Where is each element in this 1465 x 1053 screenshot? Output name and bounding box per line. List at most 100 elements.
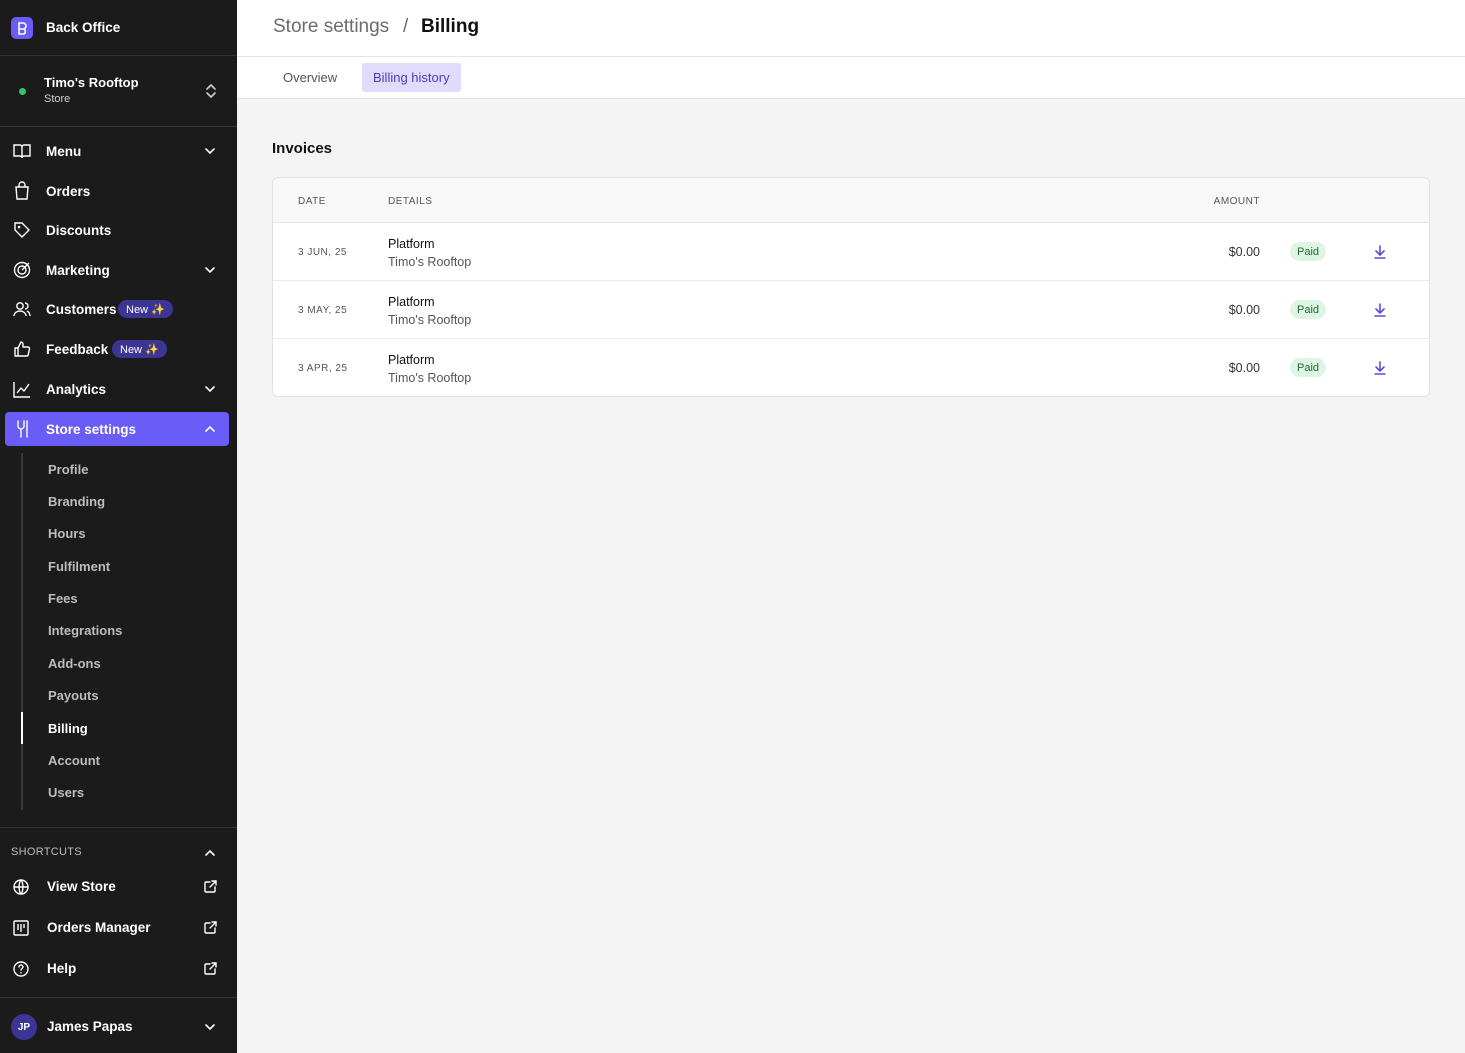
nav-item-label: Marketing — [46, 262, 110, 278]
nav-item-customers[interactable]: Customers New ✨ — [5, 292, 229, 326]
table-header: DATE DETAILS AMOUNT — [273, 178, 1429, 223]
status-badge: Paid — [1290, 242, 1327, 261]
invoice-date: 3 MAY, 25 — [298, 305, 348, 316]
subnav-item-account[interactable]: Account — [48, 753, 100, 768]
shortcut-label: Orders Manager — [47, 920, 151, 935]
shortcut-label: View Store — [47, 879, 116, 894]
chevron-up-icon[interactable] — [202, 845, 218, 861]
store-name: Timo's Rooftop — [44, 75, 139, 90]
chevron-down-icon — [205, 1024, 215, 1031]
invoices-table: DATE DETAILS AMOUNT 3 JUN, 25 Platform T… — [272, 177, 1430, 397]
invoice-amount: $0.00 — [1228, 245, 1260, 259]
store-status-dot — [19, 88, 26, 95]
chart-line-icon — [13, 382, 30, 398]
external-link-icon — [204, 921, 217, 934]
nav-item-discounts[interactable]: Discounts — [5, 213, 229, 247]
table-row: 3 MAY, 25 Platform Timo's Rooftop $0.00 … — [273, 281, 1429, 339]
target-icon — [13, 261, 31, 279]
sidebar: Back Office Timo's Rooftop Store Menu Or… — [0, 0, 237, 1053]
column-header-details: DETAILS — [388, 196, 433, 207]
new-badge: New ✨ — [112, 340, 167, 358]
user-menu[interactable]: JP James Papas — [0, 997, 237, 1053]
page-header: Store settings / Billing — [237, 0, 1465, 57]
subnav-item-profile[interactable]: Profile — [48, 462, 88, 477]
nav-item-menu[interactable]: Menu — [5, 134, 229, 168]
invoice-title: Platform — [388, 295, 435, 309]
shortcut-label: Help — [47, 961, 77, 976]
chevron-up-icon — [205, 425, 215, 432]
tab-bar: Overview Billing history — [237, 57, 1465, 99]
subnav-item-fees[interactable]: Fees — [48, 591, 78, 606]
nav-item-label: Customers — [46, 301, 117, 317]
nav-item-store-settings[interactable]: Store settings — [5, 412, 229, 446]
store-switcher[interactable]: Timo's Rooftop Store — [0, 56, 237, 127]
nav-item-label: Feedback — [46, 341, 109, 357]
subnav-item-fulfilment[interactable]: Fulfilment — [48, 559, 110, 574]
invoice-amount: $0.00 — [1228, 303, 1260, 317]
back-office-logo-icon — [11, 16, 33, 39]
tools-icon — [17, 420, 28, 438]
user-name: James Papas — [47, 1019, 133, 1034]
invoice-store: Timo's Rooftop — [388, 313, 472, 327]
brand[interactable]: Back Office — [0, 0, 237, 56]
invoice-amount: $0.00 — [1228, 361, 1260, 375]
invoice-title: Platform — [388, 237, 435, 251]
nav-item-label: Orders — [46, 183, 91, 199]
shortcuts-title: SHORTCUTS — [11, 846, 82, 858]
download-icon[interactable] — [1372, 359, 1388, 377]
table-row: 3 APR, 25 Platform Timo's Rooftop $0.00 … — [273, 339, 1429, 396]
invoice-store: Timo's Rooftop — [388, 255, 472, 269]
invoice-title: Platform — [388, 353, 435, 367]
avatar: JP — [11, 1014, 37, 1040]
chevron-down-icon — [205, 386, 215, 393]
nav-item-marketing[interactable]: Marketing — [5, 253, 229, 287]
invoice-date: 3 JUN, 25 — [298, 247, 347, 258]
external-link-icon — [204, 880, 217, 893]
page-title: Billing — [421, 16, 480, 37]
download-icon[interactable] — [1372, 243, 1388, 261]
table-row: 3 JUN, 25 Platform Timo's Rooftop $0.00 … — [273, 223, 1429, 281]
nav-item-label: Store settings — [46, 421, 137, 437]
subnav-active-indicator — [21, 712, 23, 744]
column-header-amount: AMOUNT — [1213, 196, 1260, 207]
store-type: Store — [44, 93, 71, 105]
shortcut-help[interactable]: Help — [0, 952, 237, 986]
download-icon[interactable] — [1372, 301, 1388, 319]
subnav-item-addons[interactable]: Add-ons — [48, 656, 101, 671]
subnav-item-integrations[interactable]: Integrations — [48, 623, 122, 638]
shortcut-view-store[interactable]: View Store — [0, 870, 237, 904]
nav-item-label: Analytics — [46, 381, 107, 397]
shortcuts-divider — [0, 827, 237, 828]
column-header-date: DATE — [298, 196, 326, 207]
chevron-down-icon — [205, 267, 215, 274]
subnav-item-users[interactable]: Users — [48, 785, 84, 800]
shortcut-orders-manager[interactable]: Orders Manager — [0, 911, 237, 945]
breadcrumb-separator: / — [403, 16, 409, 37]
subnav-item-branding[interactable]: Branding — [48, 494, 105, 509]
chevron-down-icon — [205, 148, 215, 155]
globe-icon — [13, 879, 29, 895]
shopping-bag-icon — [15, 181, 29, 200]
subnav-track — [21, 453, 23, 810]
chevron-up-down-icon — [206, 84, 216, 98]
thumbs-up-icon — [14, 341, 31, 357]
subnav-item-billing[interactable]: Billing — [48, 721, 88, 736]
help-circle-icon — [13, 961, 29, 977]
nav-item-label: Menu — [46, 143, 82, 159]
external-link-icon — [204, 962, 217, 975]
nav-item-analytics[interactable]: Analytics — [5, 372, 229, 406]
kanban-icon — [13, 920, 29, 936]
invoices-title: Invoices — [272, 140, 333, 157]
breadcrumb-parent[interactable]: Store settings — [273, 16, 389, 38]
tab-overview[interactable]: Overview — [272, 63, 348, 92]
invoice-date: 3 APR, 25 — [298, 363, 348, 374]
tab-billing-history[interactable]: Billing history — [362, 63, 461, 92]
tag-icon — [14, 222, 30, 238]
status-badge: Paid — [1290, 300, 1327, 319]
subnav-item-hours[interactable]: Hours — [48, 526, 86, 541]
nav-item-feedback[interactable]: Feedback New ✨ — [5, 332, 229, 366]
nav-item-orders[interactable]: Orders — [5, 174, 229, 208]
subnav-item-payouts[interactable]: Payouts — [48, 688, 99, 703]
status-badge: Paid — [1290, 358, 1327, 377]
nav-item-label: Discounts — [46, 222, 112, 238]
